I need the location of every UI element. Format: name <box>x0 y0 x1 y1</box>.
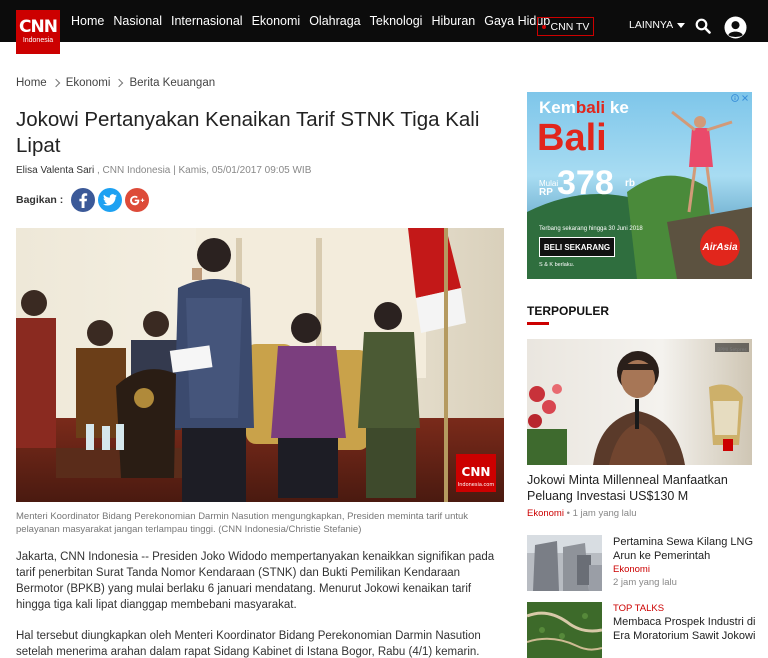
more-menu-button[interactable]: LAINNYA <box>629 19 686 31</box>
popular-item-thumbnail[interactable] <box>527 602 602 658</box>
article-meta: , CNN Indonesia | Kamis, 05/01/2017 09:0… <box>94 165 312 176</box>
top-navbar: Home Nasional Internasional Ekonomi Olah… <box>0 0 768 42</box>
popular-main-time: • 1 jam yang lalu <box>563 508 637 519</box>
logo-subtext: Indonesia <box>22 37 54 44</box>
facebook-share-button[interactable] <box>71 188 96 212</box>
lng-plant-photo <box>527 535 602 591</box>
section-underline <box>527 322 549 325</box>
menu-item-home[interactable]: Home <box>71 14 104 28</box>
article-author[interactable]: Elisa Valenta Sari <box>16 165 94 176</box>
image-caption: Menteri Koordinator Bidang Perekonomian … <box>16 511 469 535</box>
image-watermark-sub: Indonesia.com <box>458 482 495 488</box>
popular-item-category[interactable]: TOP TALKS <box>613 602 758 615</box>
ad-price-prefix-2: RP <box>539 187 553 198</box>
popular-item-title[interactable]: Pertamina Sewa Kilang LNG Arun ke Pemeri… <box>613 535 758 563</box>
article-photo: CNN Indonesia.com <box>16 228 504 502</box>
twitter-icon <box>103 194 118 206</box>
article-body: Jakarta, CNN Indonesia -- Presiden Joko … <box>16 549 504 658</box>
cnn-indonesia-logo[interactable]: CNN Indonesia <box>16 10 60 54</box>
popular-item-title[interactable]: Membaca Prospek Industri di Era Moratori… <box>613 615 758 643</box>
article-byline: Elisa Valenta Sari , CNN Indonesia | Kam… <box>16 165 311 176</box>
breadcrumb-berita-keuangan[interactable]: Berita Keuangan <box>129 77 215 89</box>
ad-period: Terbang sekarang hingga 30 Juni 2018 <box>539 226 643 232</box>
section-title-terpopuler: TERPOPULER <box>527 304 610 318</box>
ad-cta-button[interactable]: BELI SEKARANG <box>539 237 615 257</box>
logo-text: CNN <box>19 17 58 37</box>
ad-choices-icon[interactable] <box>731 94 749 103</box>
ad-price-suffix: rb <box>625 178 635 189</box>
popular-item-category[interactable]: Ekonomi <box>613 563 758 576</box>
ad-headline-part: ke <box>605 98 629 117</box>
ad-headline-part: bali <box>575 98 606 117</box>
article-paragraph: Hal tersebut diungkapkan oleh Menteri Ko… <box>16 630 481 658</box>
main-menu: Home Nasional Internasional Ekonomi Olah… <box>71 0 559 42</box>
chevron-right-icon <box>51 78 60 88</box>
article-main-image[interactable]: CNN Indonesia.com <box>16 228 504 502</box>
popular-item-time: 2 jam yang lalu <box>613 577 677 588</box>
popular-main-title[interactable]: Jokowi Minta Millenneal Manfaatkan Pelua… <box>527 472 752 504</box>
article-paragraph: Jakarta, CNN Indonesia -- Presiden Joko … <box>16 551 495 611</box>
popular-item[interactable]: Pertamina Sewa Kilang LNG Arun ke Pemeri… <box>613 535 758 589</box>
twitter-share-button[interactable] <box>98 188 123 212</box>
popular-main-meta: Ekonomi • 1 jam yang lalu <box>527 508 636 519</box>
caret-down-icon <box>677 22 686 28</box>
menu-item-olahraga[interactable]: Olahraga <box>309 14 360 28</box>
ad-price: 378 <box>557 164 614 202</box>
menu-item-hiburan[interactable]: Hiburan <box>431 14 475 28</box>
article-title: Jokowi Pertanyakan Kenaikan Tarif STNK T… <box>16 108 480 157</box>
popular-main-image[interactable]: BPMI Setpres <box>527 339 752 465</box>
popular-item-thumbnail[interactable] <box>527 535 602 591</box>
ad-headline: Kembali ke <box>539 98 629 118</box>
live-dot-icon <box>541 24 546 29</box>
chevron-right-icon <box>115 78 124 88</box>
airasia-logo: AirAsia <box>701 242 737 253</box>
menu-item-internasional[interactable]: Internasional <box>171 14 243 28</box>
share-label: Bagikan : <box>16 194 64 206</box>
search-icon[interactable] <box>695 18 711 34</box>
breadcrumb: Home Ekonomi Berita Keuangan <box>16 77 215 89</box>
google-plus-icon <box>129 195 145 205</box>
ad-destination: Bali <box>537 117 607 159</box>
popular-photo: BPMI Setpres <box>527 339 752 465</box>
ad-terms: S & K berlaku. <box>539 262 575 268</box>
airasia-ad-banner[interactable]: AirAsia Kembali ke Bali Mulai RP 378 rb … <box>527 92 752 279</box>
cnn-tv-button[interactable]: CNN TV <box>537 17 594 36</box>
share-bar: Bagikan : <box>16 188 152 212</box>
breadcrumb-home[interactable]: Home <box>16 77 47 89</box>
facebook-icon <box>79 192 88 208</box>
info-icon <box>731 94 739 102</box>
google-plus-share-button[interactable] <box>125 188 150 212</box>
popular-main-category[interactable]: Ekonomi <box>527 508 564 519</box>
menu-item-nasional[interactable]: Nasional <box>113 14 162 28</box>
palm-plantation-photo <box>527 602 602 658</box>
close-icon <box>742 95 748 101</box>
menu-item-ekonomi[interactable]: Ekonomi <box>252 14 301 28</box>
image-watermark: CNN <box>462 465 491 479</box>
cnn-tv-label: CNN TV <box>550 20 590 33</box>
menu-item-teknologi[interactable]: Teknologi <box>370 14 423 28</box>
ad-headline-part: Kem <box>539 98 576 117</box>
more-menu-label: LAINNYA <box>629 19 674 31</box>
user-icon[interactable] <box>724 16 747 39</box>
breadcrumb-ekonomi[interactable]: Ekonomi <box>66 77 111 89</box>
popular-item[interactable]: TOP TALKS Membaca Prospek Industri di Er… <box>613 602 758 643</box>
